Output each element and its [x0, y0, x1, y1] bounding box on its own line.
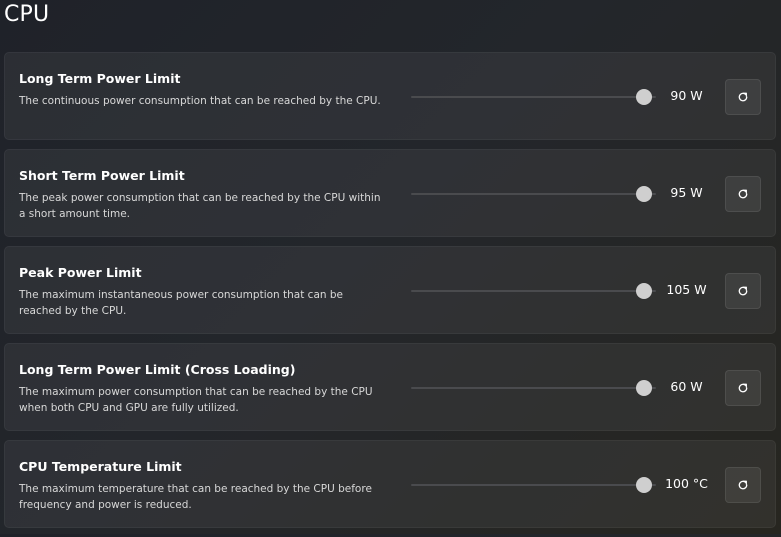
page-title: CPU [4, 2, 50, 27]
reset-button[interactable] [725, 467, 761, 503]
reset-button[interactable] [725, 79, 761, 115]
cpu-temperature-limit-slider[interactable] [411, 475, 656, 495]
reset-icon [737, 285, 749, 297]
reset-button[interactable] [725, 370, 761, 406]
setting-description: The peak power consumption that can be r… [19, 192, 381, 220]
setting-value: 105 W [666, 282, 707, 297]
long-term-power-limit-slider[interactable] [411, 87, 656, 107]
setting-title: Short Term Power Limit [19, 168, 185, 183]
reset-icon [737, 188, 749, 200]
setting-description: The maximum instantaneous power consumpt… [19, 289, 344, 317]
short-term-power-limit-slider[interactable] [411, 184, 656, 204]
settings-list: Long Term Power Limit The continuous pow… [4, 52, 776, 537]
setting-card-peak-power-limit: Peak Power Limit The maximum instantaneo… [4, 246, 776, 334]
slider-thumb[interactable] [635, 477, 652, 493]
setting-card-cross-loading-power-limit: Long Term Power Limit (Cross Loading) Th… [4, 343, 776, 431]
cross-loading-power-limit-slider[interactable] [411, 378, 656, 398]
setting-value: 100 °C [665, 476, 708, 491]
reset-icon [737, 91, 749, 103]
setting-value: 95 W [670, 185, 703, 200]
reset-button[interactable] [725, 176, 761, 212]
setting-description: The maximum temperature that can be reac… [19, 483, 372, 511]
slider-track [411, 387, 656, 389]
setting-title: Long Term Power Limit (Cross Loading) [19, 362, 296, 377]
slider-thumb[interactable] [635, 186, 652, 202]
setting-card-cpu-temperature-limit: CPU Temperature Limit The maximum temper… [4, 440, 776, 528]
peak-power-limit-slider[interactable] [411, 281, 656, 301]
slider-thumb[interactable] [635, 89, 652, 105]
setting-title: Peak Power Limit [19, 265, 142, 280]
slider-track [411, 290, 656, 292]
slider-track [411, 193, 656, 195]
setting-description: The maximum power consumption that can b… [19, 386, 373, 414]
reset-icon [737, 479, 749, 491]
reset-icon [737, 382, 749, 394]
setting-title: CPU Temperature Limit [19, 459, 182, 474]
setting-card-short-term-power-limit: Short Term Power Limit The peak power co… [4, 149, 776, 237]
setting-card-long-term-power-limit: Long Term Power Limit The continuous pow… [4, 52, 776, 140]
slider-thumb[interactable] [635, 380, 652, 396]
slider-track [411, 96, 656, 98]
slider-track [411, 484, 656, 486]
setting-description: The continuous power consumption that ca… [19, 95, 381, 107]
reset-button[interactable] [725, 273, 761, 309]
slider-thumb[interactable] [635, 283, 652, 299]
setting-value: 90 W [670, 88, 703, 103]
setting-title: Long Term Power Limit [19, 71, 181, 86]
setting-value: 60 W [670, 379, 703, 394]
